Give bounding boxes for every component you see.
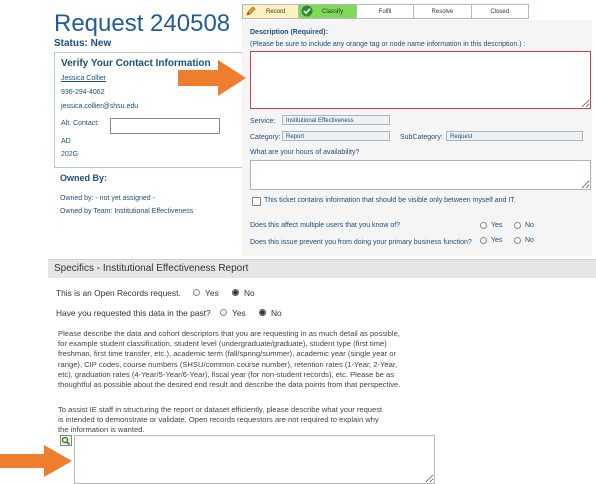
check-circle-icon: [301, 5, 313, 17]
instruction-line: is intended to demonstrate or validate. …: [58, 415, 379, 425]
specifics-header: Specifics - Institutional Effectiveness …: [48, 259, 596, 278]
category-field[interactable]: Report: [282, 131, 390, 141]
step-fulfil[interactable]: Fulfil: [357, 5, 415, 18]
subcategory-label: SubCategory:: [400, 134, 443, 141]
step-fulfil-label: Fulfil: [378, 8, 392, 15]
open-records-yes-label: Yes: [205, 288, 219, 298]
requested-past-yes-radio[interactable]: [220, 309, 227, 316]
open-records-no-radio[interactable]: [232, 289, 239, 296]
subcategory-field[interactable]: Request: [446, 131, 583, 141]
requested-past-question: Have you requested this data in the past…: [56, 308, 211, 318]
alt-contact-input[interactable]: [110, 118, 220, 134]
hours-textarea[interactable]: [250, 160, 591, 190]
business-yes-label: Yes: [491, 237, 503, 244]
visibility-checkbox-label: This ticket contains information that sh…: [264, 197, 516, 204]
purpose-instructions: To assist IE staff in structuring the re…: [58, 405, 438, 436]
description-label: Description (Required):: [250, 29, 328, 36]
owned-by-panel: Owned By: Owned by: - not yet assigned -…: [54, 168, 242, 232]
alt-contact-label: Alt. Contact:: [61, 120, 100, 127]
request-details-textarea[interactable]: [74, 435, 435, 484]
requested-past-no-label: No: [271, 308, 282, 318]
instruction-line: etc), graduation rates (4-Year/5-Year/6-…: [58, 369, 394, 379]
requested-past-no-radio[interactable]: [259, 309, 266, 316]
multi-users-yes-label: Yes: [491, 222, 503, 229]
multi-users-yes-radio[interactable]: [480, 222, 487, 229]
step-classify-label: Classify: [322, 8, 344, 15]
description-hint: (Please be sure to include any orange ta…: [250, 41, 526, 48]
hours-label: What are your hours of availability?: [250, 149, 360, 156]
instruction-line: freshman, first time transfer, etc.), ac…: [58, 349, 397, 359]
owned-by-team: Owned by Team: Institutional Effectivene…: [60, 208, 194, 215]
instruction-line: To assist IE staff in structuring the re…: [58, 405, 383, 414]
workflow-stepper: Record Classify Fulfil Resolve Closed: [242, 4, 529, 19]
contact-phone: 936-294-4062: [61, 89, 105, 96]
arrow-right-icon: [178, 60, 246, 96]
contact-name-link[interactable]: Jessica Collier: [61, 75, 106, 82]
specifics-title: Specifics - Institutional Effectiveness …: [54, 263, 249, 274]
step-record[interactable]: Record: [243, 5, 300, 18]
contact-email: jessica.collier@shsu.edu: [61, 103, 139, 110]
instruction-line: range), CIP codes, course numbers (SHSU/…: [58, 359, 398, 369]
status-label: Status: New: [54, 38, 112, 49]
step-resolve[interactable]: Resolve: [414, 5, 472, 18]
open-records-no-label: No: [244, 288, 255, 298]
data-description-instructions: Please describe the data and cohort desc…: [58, 329, 438, 390]
description-textarea[interactable]: [250, 51, 591, 109]
business-question: Does this issue prevent you from doing y…: [250, 239, 472, 246]
multi-users-no-label: No: [525, 222, 534, 229]
contact-room: 202G: [61, 151, 79, 158]
business-no-label: No: [525, 237, 534, 244]
open-records-question: This is an Open Records request.: [56, 288, 181, 298]
multi-users-no-radio[interactable]: [514, 222, 521, 229]
owned-by-heading: Owned By:: [60, 173, 108, 183]
step-resolve-label: Resolve: [431, 8, 454, 15]
service-field: Institutional Effectiveness: [282, 115, 390, 125]
arrow-right-icon: [0, 445, 72, 477]
instruction-line: Please describe the data and cohort desc…: [58, 329, 400, 338]
owned-by-user: Owned by: - not yet assigned -: [60, 195, 155, 202]
requested-past-yes-label: Yes: [232, 308, 246, 318]
page-title: Request 240508: [54, 10, 231, 37]
contact-building: AD: [61, 138, 71, 145]
pencil-icon: [246, 6, 256, 16]
business-no-radio[interactable]: [514, 237, 521, 244]
instruction-line: for example student classification, stud…: [58, 339, 387, 349]
step-record-label: Record: [266, 8, 286, 15]
step-classify[interactable]: Classify: [299, 5, 357, 18]
business-yes-radio[interactable]: [480, 237, 487, 244]
open-records-yes-radio[interactable]: [193, 289, 200, 296]
instruction-line: thoughtful as possible about the desired…: [58, 380, 401, 390]
step-closed-label: Closed: [490, 8, 510, 15]
service-label: Service:: [250, 118, 276, 125]
step-closed[interactable]: Closed: [472, 5, 528, 18]
multi-users-question: Does this affect multiple users that you…: [250, 222, 401, 229]
category-label: Category:: [250, 134, 281, 141]
visibility-checkbox[interactable]: [252, 197, 261, 206]
